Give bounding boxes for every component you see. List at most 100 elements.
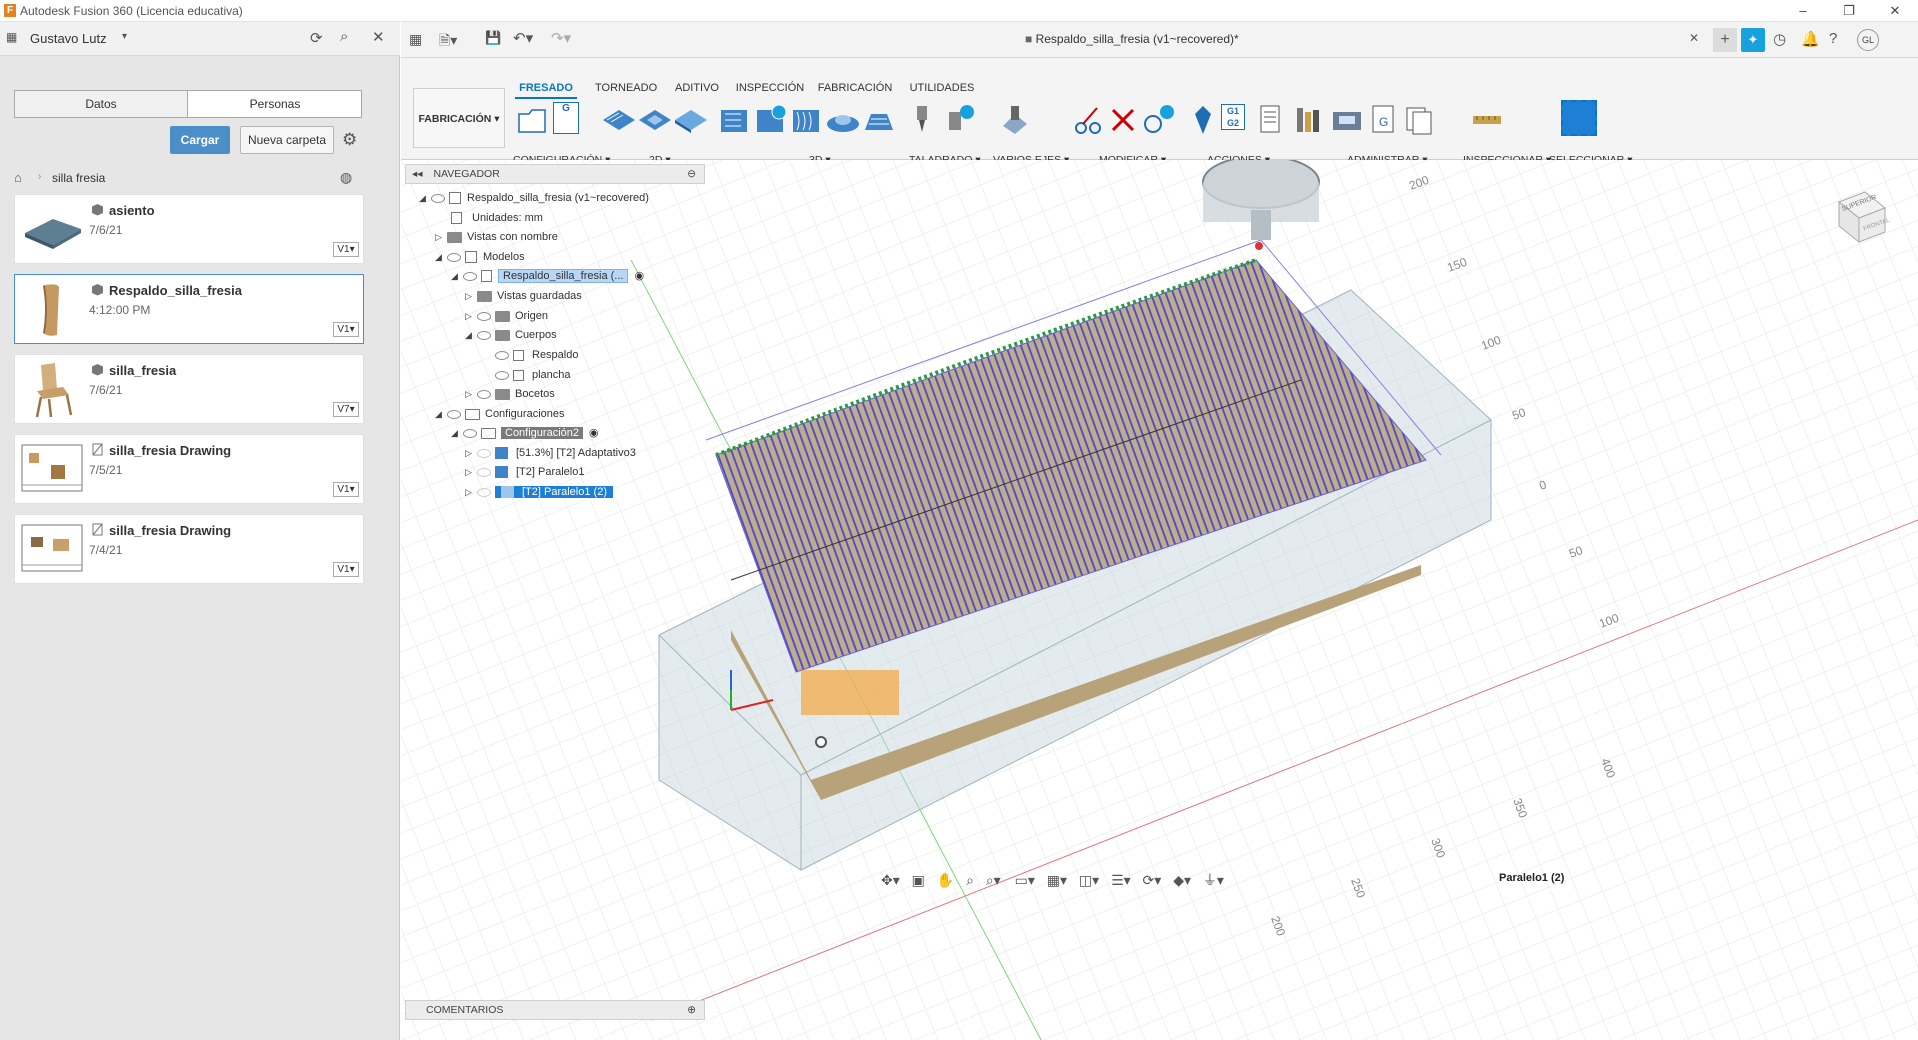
refresh-view-icon[interactable]: ⟳▾ [1143, 872, 1162, 888]
zoom-icon[interactable]: ⌕ [966, 872, 974, 888]
3d-adaptive-icon[interactable] [717, 100, 753, 140]
minimize-button[interactable]: – [1780, 0, 1826, 22]
viewports-icon[interactable]: ◫▾ [1079, 872, 1099, 888]
tree-model-item[interactable]: ◢ Respaldo_silla_fresia (... ◉ [451, 266, 644, 286]
3d-pocket-icon[interactable] [753, 100, 789, 140]
tab-aditivo[interactable]: ADITIVO [667, 82, 727, 94]
parallel-icon[interactable] [789, 100, 825, 140]
display-settings-icon[interactable]: ▭▾ [1015, 872, 1035, 888]
tree-body-respaldo[interactable]: Respaldo [495, 345, 578, 365]
collapse-icon[interactable]: ◂◂ [412, 168, 423, 180]
close-panel-icon[interactable]: ✕ [372, 28, 385, 46]
2d-adaptive-icon[interactable] [601, 100, 637, 140]
upload-button[interactable]: Cargar [170, 126, 230, 154]
tree-units[interactable]: Unidades: mm [451, 208, 543, 228]
view-cube[interactable]: SUPERIOR FRONTAL [1829, 188, 1891, 250]
scallop-icon[interactable] [825, 100, 861, 140]
settings-gear-icon[interactable]: ⚙ [342, 130, 357, 150]
grid-settings-icon[interactable]: ▦▾ [1047, 872, 1067, 888]
new-folder-button[interactable]: Nueva carpeta [240, 126, 334, 154]
restore-button[interactable]: ❐ [1826, 0, 1872, 22]
tree-op-parallel1[interactable]: ▷ [T2] Paralelo1 [465, 462, 584, 482]
apps-grid-icon[interactable]: ▦ [6, 30, 17, 44]
tree-setups[interactable]: ◢ Configuraciones [435, 404, 565, 424]
help-icon[interactable]: ? [1829, 30, 1837, 47]
close-window-button[interactable]: ✕ [1872, 0, 1918, 22]
zoom-window-icon[interactable]: ⌕▾ [986, 872, 1001, 888]
home-icon[interactable]: ⌂ [14, 170, 22, 185]
version-badge[interactable]: V1▾ [333, 322, 359, 337]
pan-hand-icon[interactable]: ✋ [937, 872, 954, 888]
post-library-icon[interactable]: G [1365, 100, 1401, 140]
refresh-icon[interactable]: ⟳ [310, 29, 323, 47]
tree-bodies[interactable]: ◢ Cuerpos [465, 325, 557, 345]
tree-models[interactable]: ◢ Modelos [435, 247, 525, 267]
multiaxis-icon[interactable] [997, 100, 1033, 140]
tab-torneado[interactable]: TORNEADO [595, 82, 657, 94]
hole-recognition-icon[interactable] [941, 100, 977, 140]
version-badge[interactable]: V7▾ [333, 402, 359, 417]
modify-cut-icon[interactable] [1071, 100, 1107, 140]
simulate-icon[interactable] [1185, 100, 1221, 140]
notifications-bell-icon[interactable]: 🔔 [1801, 30, 1820, 48]
tab-inspeccion[interactable]: INSPECCIÓN [735, 82, 805, 94]
modify-pattern-icon[interactable] [1141, 100, 1177, 140]
file-card-respaldo[interactable]: Respaldo_silla_fresia 4:12:00 PM V1▾ [14, 274, 364, 344]
file-menu-icon[interactable]: 🗎▾ [439, 30, 457, 54]
filter-icon[interactable]: ⏚▾ [1203, 872, 1224, 888]
close-tab-icon[interactable]: ✕ [1689, 31, 1699, 45]
tab-fresado[interactable]: FRESADO [515, 82, 577, 99]
machine-library-icon[interactable] [1329, 100, 1365, 140]
tab-personas[interactable]: Personas [189, 91, 361, 117]
chevron-down-icon[interactable]: ▾ [122, 31, 127, 42]
templates-icon[interactable] [1401, 100, 1437, 140]
tree-sketches[interactable]: ▷ Bocetos [465, 384, 555, 404]
add-comment-icon[interactable]: ⊕ [687, 1001, 696, 1019]
drill-icon[interactable] [905, 100, 941, 140]
modify-delete-icon[interactable] [1107, 100, 1143, 140]
orbit-icon[interactable]: ✥▾ [881, 872, 900, 888]
tree-op-parallel2[interactable]: ▷ [T2] Paralelo1 (2) [465, 482, 613, 502]
tab-utilidades[interactable]: UTILIDADES [907, 82, 977, 94]
tree-origin[interactable]: ▷ Origen [465, 306, 548, 326]
file-card-drawing-1[interactable]: silla_fresia Drawing 7/5/21 V1▾ [14, 434, 364, 504]
look-at-icon[interactable]: ▣ [912, 872, 925, 888]
target-icon[interactable]: ◉ [634, 270, 644, 282]
post-process-icon[interactable]: G1 G2 [1221, 104, 1245, 130]
extensions-icon[interactable]: ✦ [1741, 28, 1765, 52]
globe-icon[interactable]: ◍ [340, 169, 352, 186]
version-badge[interactable]: V1▾ [333, 242, 359, 257]
user-name[interactable]: Gustavo Lutz [30, 31, 107, 46]
breadcrumb-folder[interactable]: silla fresia [52, 171, 105, 185]
tree-named-views[interactable]: ▷ Vistas con nombre [435, 227, 558, 247]
tree-op-adaptive[interactable]: ▷ [51.3%] [T2] Adaptativo3 [465, 443, 636, 463]
visual-style-icon[interactable]: ◆▾ [1173, 872, 1191, 888]
2d-pocket-icon[interactable] [637, 100, 673, 140]
version-badge[interactable]: V1▾ [333, 562, 359, 577]
search-icon[interactable]: ⌕ [340, 28, 348, 45]
grid-menu-icon[interactable]: ▦ [409, 31, 422, 48]
section-icon[interactable]: ☰▾ [1111, 872, 1131, 888]
3d-viewport[interactable]: 200 150 100 50 0 50 100 400 350 300 250 … [401, 160, 1918, 1040]
tab-fabricacion[interactable]: FABRICACIÓN [815, 82, 895, 94]
face-icon[interactable] [673, 100, 709, 140]
workspace-switcher[interactable]: FABRICACIÓN ▾ [413, 88, 505, 148]
file-card-silla-fresia[interactable]: silla_fresia 7/6/21 V7▾ [14, 354, 364, 424]
tab-datos[interactable]: Datos [15, 91, 188, 117]
job-status-icon[interactable]: ◷ [1773, 30, 1786, 48]
save-icon[interactable]: 💾 [485, 30, 501, 46]
file-card-drawing-2[interactable]: silla_fresia Drawing 7/4/21 V1▾ [14, 514, 364, 584]
user-avatar[interactable]: GL [1857, 29, 1879, 51]
contour-icon[interactable] [861, 100, 897, 140]
comments-panel[interactable]: COMENTARIOS ⊕ [405, 1000, 705, 1020]
navigator-pin-icon[interactable]: ⊖ [687, 165, 696, 183]
setup-folder-icon[interactable] [515, 100, 551, 140]
tree-root[interactable]: ◢ Respaldo_silla_fresia (v1~recovered) [419, 188, 649, 208]
undo-icon[interactable]: ↶▾ [513, 29, 533, 47]
tree-body-plancha[interactable]: plancha [495, 365, 571, 385]
tree-setup2[interactable]: ◢ Configuración2 ◉ [451, 423, 599, 443]
redo-icon[interactable]: ↷▾ [551, 29, 571, 47]
new-tab-button[interactable]: + [1713, 28, 1737, 52]
setup-sheet-icon[interactable] [1253, 100, 1289, 140]
document-tab[interactable]: ■ Respaldo_silla_fresia (v1~recovered)* [1025, 32, 1239, 46]
